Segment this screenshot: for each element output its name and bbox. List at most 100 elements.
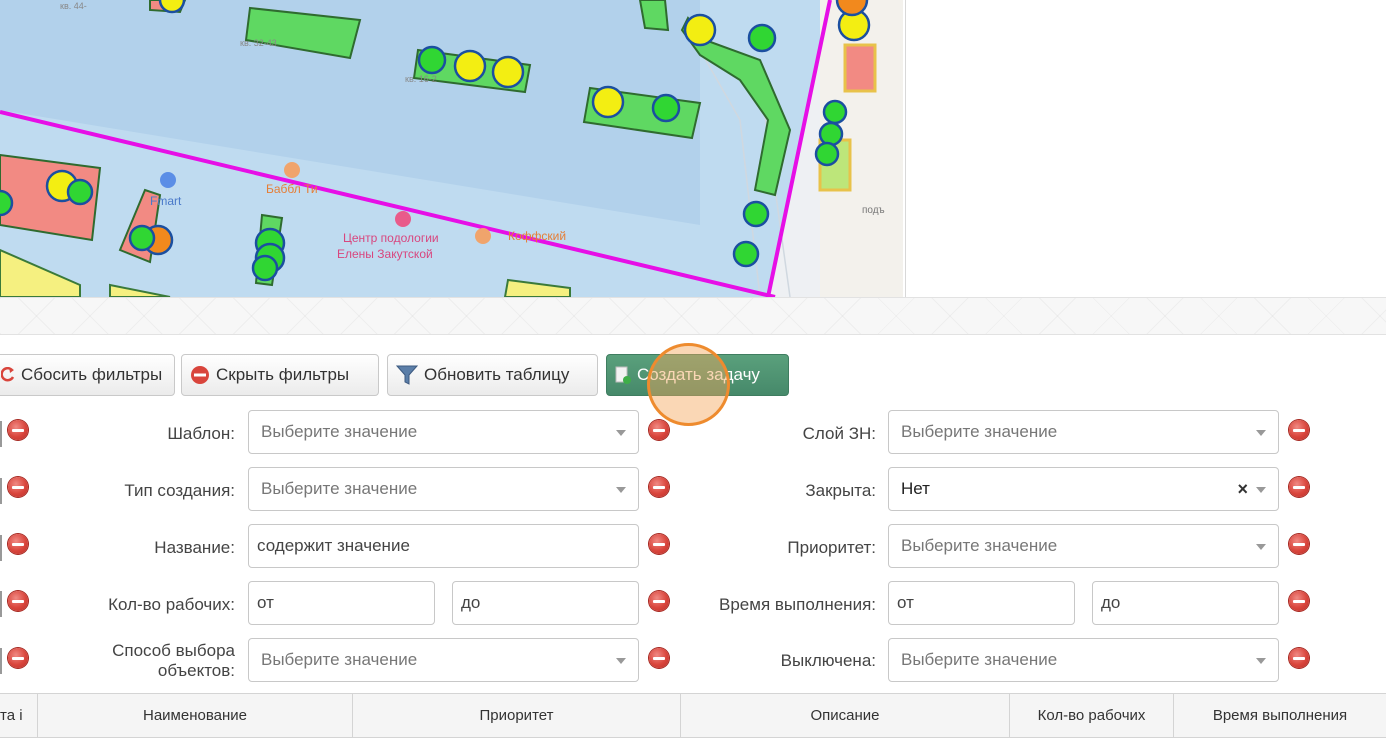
- remove-filter-closed-icon[interactable]: [1289, 477, 1309, 497]
- map-side-panel: [905, 0, 1386, 297]
- remove-filter-object-selection-right-icon[interactable]: [649, 648, 669, 668]
- table-header: та і Наименование Приоритет Описание Кол…: [0, 693, 1386, 738]
- layer-placeholder: Выберите значение: [901, 422, 1058, 441]
- closed-label: Закрыта:: [805, 481, 876, 500]
- closed-value: Нет: [901, 479, 930, 498]
- remove-filter-creation-type-icon[interactable]: [8, 477, 28, 497]
- column-header-description[interactable]: Описание: [681, 694, 1010, 737]
- object-selection-select[interactable]: Выберите значение: [248, 638, 639, 682]
- layer-label: Слой ЗН:: [802, 424, 876, 443]
- row-marker: [0, 648, 2, 674]
- marker-green: [822, 99, 848, 125]
- layer-select[interactable]: Выберите значение: [888, 410, 1279, 454]
- chevron-down-icon: [616, 430, 626, 436]
- duration-from-placeholder: от: [897, 593, 914, 612]
- marker-yellow: [491, 55, 525, 89]
- new-document-icon: [615, 366, 631, 384]
- remove-filter-template-right-icon[interactable]: [649, 420, 669, 440]
- reset-filters-button[interactable]: Сбосить фильтры: [0, 354, 175, 396]
- remove-filter-duration-icon[interactable]: [1289, 591, 1309, 611]
- remove-filter-name-right-icon[interactable]: [649, 534, 669, 554]
- map-view[interactable]: Fmart Баббл Ти Центр подологии Елены Зак…: [0, 0, 903, 297]
- create-task-button[interactable]: Создать задачу: [606, 354, 789, 396]
- panel-splitter[interactable]: [0, 297, 1386, 335]
- refresh-table-button[interactable]: Обновить таблицу: [387, 354, 598, 396]
- reset-icon: [1, 367, 15, 383]
- chevron-down-icon: [616, 658, 626, 664]
- store-pin-icon: [160, 172, 176, 188]
- marker-green: [66, 178, 94, 206]
- marker-yellow: [453, 49, 487, 83]
- name-label: Название:: [154, 538, 235, 557]
- template-label: Шаблон:: [167, 424, 235, 443]
- refresh-table-label: Обновить таблицу: [424, 365, 570, 384]
- column-header-duration[interactable]: Время выполнения: [1174, 694, 1386, 737]
- disabled-placeholder: Выберите значение: [901, 650, 1058, 669]
- marker-green: [747, 23, 777, 53]
- column-header-date[interactable]: та і: [0, 694, 38, 737]
- priority-placeholder: Выберите значение: [901, 536, 1058, 555]
- apartment-label-2: кв. 32-43: [240, 38, 277, 48]
- column-header-workers[interactable]: Кол-во рабочих: [1010, 694, 1174, 737]
- template-select[interactable]: Выберите значение: [248, 410, 639, 454]
- remove-filter-layer-icon[interactable]: [1289, 420, 1309, 440]
- chevron-down-icon: [1256, 430, 1266, 436]
- workers-from-placeholder: от: [257, 593, 274, 612]
- row-marker: [0, 591, 2, 617]
- remove-filter-object-selection-icon[interactable]: [8, 648, 28, 668]
- remove-filter-workers-icon[interactable]: [8, 591, 28, 611]
- remove-filter-disabled-icon[interactable]: [1289, 648, 1309, 668]
- priority-select[interactable]: Выберите значение: [888, 524, 1279, 568]
- marker-green: [814, 141, 840, 167]
- remove-filter-priority-icon[interactable]: [1289, 534, 1309, 554]
- closed-select[interactable]: Нет ×: [888, 467, 1279, 511]
- hide-filters-button[interactable]: Скрыть фильтры: [181, 354, 379, 396]
- coffee-label: Коффский: [508, 229, 566, 243]
- marker-green: [732, 240, 760, 268]
- marker-green: [128, 224, 156, 252]
- duration-label: Время выполнения:: [719, 595, 876, 614]
- marker-green: [742, 200, 770, 228]
- row-marker: [0, 478, 2, 504]
- remove-filter-creation-type-right-icon[interactable]: [649, 477, 669, 497]
- duration-to-input[interactable]: до: [1092, 581, 1279, 625]
- creation-type-select[interactable]: Выберите значение: [248, 467, 639, 511]
- marker-green: [0, 189, 14, 217]
- clear-x-icon[interactable]: ×: [1237, 479, 1248, 500]
- remove-filter-name-icon[interactable]: [8, 534, 28, 554]
- entrance-label: подъ: [862, 205, 885, 216]
- column-header-priority[interactable]: Приоритет: [353, 694, 681, 737]
- duration-to-placeholder: до: [1101, 593, 1121, 612]
- map-canvas[interactable]: Fmart Баббл Ти Центр подологии Елены Зак…: [0, 0, 903, 297]
- workers-to-input[interactable]: до: [452, 581, 639, 625]
- object-selection-label-1: Способ выбора: [112, 641, 235, 660]
- priority-label: Приоритет:: [787, 538, 876, 557]
- apartment-label-3: кв. 16-2: [405, 74, 437, 84]
- marker-yellow: [158, 0, 186, 14]
- marker-yellow: [683, 13, 717, 47]
- disabled-select[interactable]: Выберите значение: [888, 638, 1279, 682]
- chevron-down-icon: [1256, 544, 1266, 550]
- minus-circle-icon: [190, 365, 210, 385]
- marker-yellow: [591, 85, 625, 119]
- duration-from-input[interactable]: от: [888, 581, 1075, 625]
- remove-filter-template-icon[interactable]: [8, 420, 28, 440]
- chevron-down-icon: [616, 487, 626, 493]
- marker-green: [818, 121, 844, 147]
- chevron-down-icon: [1256, 658, 1266, 664]
- apartment-label-1: кв. 44-: [60, 1, 87, 11]
- name-input[interactable]: содержит значение: [248, 524, 639, 568]
- create-task-label: Создать задачу: [637, 365, 760, 384]
- workers-label: Кол-во рабочих:: [108, 595, 235, 614]
- workers-from-input[interactable]: от: [248, 581, 435, 625]
- building-green-4: [638, 0, 670, 32]
- marker-green: [417, 45, 447, 75]
- object-selection-placeholder: Выберите значение: [261, 650, 418, 669]
- column-header-name[interactable]: Наименование: [38, 694, 353, 737]
- row-marker: [0, 421, 2, 447]
- reset-filters-label: Сбосить фильтры: [21, 365, 163, 384]
- object-selection-label-2: объектов:: [157, 661, 235, 680]
- store-label: Fmart: [150, 194, 182, 208]
- creation-type-placeholder: Выберите значение: [261, 479, 418, 498]
- remove-filter-workers-right-icon[interactable]: [649, 591, 669, 611]
